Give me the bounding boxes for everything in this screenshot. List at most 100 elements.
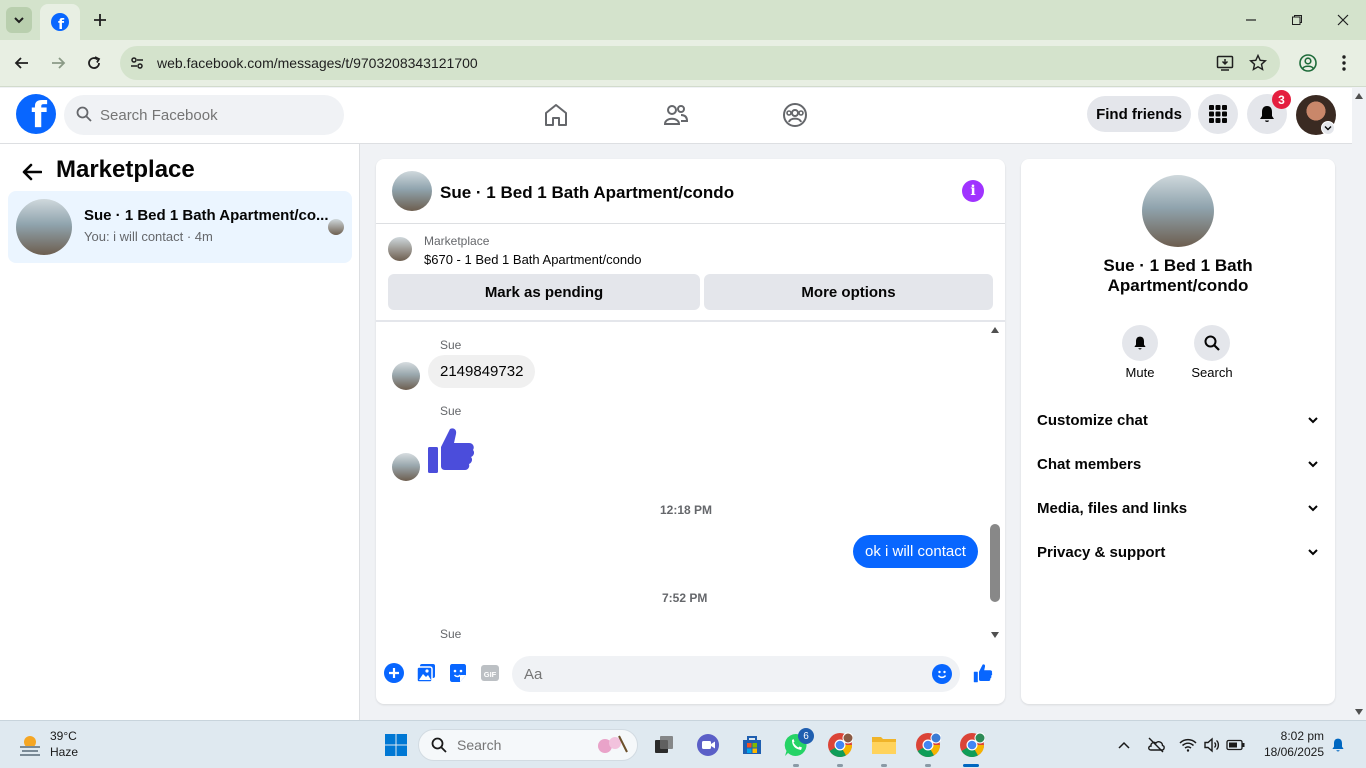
store-app-button[interactable] bbox=[738, 731, 766, 759]
search-input[interactable] bbox=[100, 95, 330, 135]
file-explorer-button[interactable] bbox=[870, 731, 898, 759]
mark-as-pending-button[interactable]: Mark as pending bbox=[388, 274, 700, 310]
mute-button[interactable] bbox=[1122, 325, 1158, 361]
menu-button[interactable] bbox=[1198, 94, 1238, 134]
reload-button[interactable] bbox=[83, 52, 105, 74]
start-button[interactable] bbox=[382, 731, 410, 759]
info-icon[interactable]: i bbox=[962, 180, 984, 202]
message-timestamp: 7:52 PM bbox=[662, 591, 708, 605]
restore-icon bbox=[1292, 15, 1302, 25]
conversation-name: Sue · 1 Bed 1 Bath Apartment/co... bbox=[84, 207, 329, 224]
url-text[interactable]: web.facebook.com/messages/t/970320834312… bbox=[157, 55, 478, 71]
sender-avatar[interactable] bbox=[392, 453, 420, 481]
taskbar-search-input[interactable] bbox=[457, 730, 587, 760]
search-in-conversation-button[interactable] bbox=[1194, 325, 1230, 361]
panel-title: Marketplace bbox=[56, 156, 195, 183]
forward-button[interactable] bbox=[47, 52, 69, 74]
bookmark-star-icon[interactable] bbox=[1249, 54, 1267, 72]
section-media-files-links[interactable]: Media, files and links bbox=[1037, 494, 1319, 522]
chrome-profile-2-button[interactable] bbox=[914, 731, 942, 759]
section-customize-chat[interactable]: Customize chat bbox=[1037, 406, 1319, 434]
chevron-down-icon bbox=[1308, 461, 1318, 468]
active-app-indicator bbox=[963, 764, 979, 767]
gif-icon: GIF bbox=[481, 665, 499, 681]
chat-title[interactable]: Sue · 1 Bed 1 Bath Apartment/condo bbox=[440, 183, 734, 203]
browser-menu-button[interactable] bbox=[1333, 52, 1355, 74]
network-button[interactable] bbox=[1178, 735, 1198, 755]
outgoing-message[interactable]: ok i will contact bbox=[853, 535, 978, 568]
section-privacy-support[interactable]: Privacy & support bbox=[1037, 538, 1319, 566]
chrome-profile-1-button[interactable] bbox=[826, 731, 854, 759]
facebook-header: f Find friends 3 bbox=[0, 88, 1352, 144]
listing-thumbnail[interactable] bbox=[388, 237, 412, 261]
attach-photo-button[interactable] bbox=[415, 662, 437, 684]
task-view-button[interactable] bbox=[650, 731, 678, 759]
wifi-icon bbox=[1179, 738, 1197, 752]
clock-time[interactable]: 8:02 pm bbox=[1270, 729, 1324, 743]
site-settings-icon[interactable] bbox=[128, 54, 146, 72]
nav-home[interactable] bbox=[541, 100, 571, 130]
onedrive-status-button[interactable] bbox=[1146, 735, 1166, 755]
chrome-profile-3-button[interactable] bbox=[958, 731, 986, 759]
meet-app-button[interactable] bbox=[694, 731, 722, 759]
close-window-button[interactable] bbox=[1333, 10, 1353, 30]
page-scroll-down-arrow[interactable] bbox=[1353, 706, 1365, 718]
close-icon bbox=[1337, 14, 1349, 26]
new-tab-button[interactable] bbox=[90, 10, 110, 30]
tab-search-button[interactable] bbox=[6, 7, 32, 33]
running-indicator bbox=[793, 764, 799, 767]
mute-label: Mute bbox=[1125, 365, 1155, 380]
find-friends-button[interactable]: Find friends bbox=[1087, 96, 1191, 132]
conversation-avatar[interactable] bbox=[1142, 175, 1214, 247]
incoming-message[interactable]: 2149849732 bbox=[428, 355, 536, 388]
running-indicator bbox=[837, 764, 843, 767]
show-hidden-icons-button[interactable] bbox=[1114, 735, 1134, 755]
install-app-icon[interactable] bbox=[1216, 54, 1234, 72]
friends-icon bbox=[663, 105, 689, 125]
minimize-icon bbox=[1246, 19, 1256, 21]
listing-title[interactable]: $670 - 1 Bed 1 Bath Apartment/condo bbox=[424, 252, 642, 267]
more-options-button[interactable]: More options bbox=[704, 274, 993, 310]
nav-groups[interactable] bbox=[780, 100, 810, 130]
sender-avatar[interactable] bbox=[392, 362, 420, 390]
weather-temperature[interactable]: 39°C bbox=[50, 729, 77, 743]
thumbs-up-sticker-icon[interactable] bbox=[426, 425, 476, 475]
send-like-button[interactable] bbox=[972, 662, 994, 684]
windows-logo-icon bbox=[385, 734, 407, 756]
message-input[interactable] bbox=[524, 656, 924, 692]
taskbar-search[interactable] bbox=[418, 729, 638, 761]
sticker-button[interactable] bbox=[447, 662, 469, 684]
facebook-logo[interactable]: f bbox=[16, 94, 56, 134]
page-scroll-up-arrow[interactable] bbox=[1353, 90, 1365, 102]
svg-text:GIF: GIF bbox=[484, 670, 497, 679]
account-chevron[interactable] bbox=[1321, 121, 1335, 135]
back-button[interactable] bbox=[11, 52, 33, 74]
gif-button[interactable]: GIF bbox=[479, 662, 501, 684]
back-to-chats-button[interactable] bbox=[20, 160, 44, 184]
conversation-item[interactable]: Sue · 1 Bed 1 Bath Apartment/co... You: … bbox=[8, 191, 352, 263]
volume-button[interactable] bbox=[1202, 735, 1222, 755]
address-bar[interactable]: web.facebook.com/messages/t/970320834312… bbox=[120, 46, 1280, 80]
emoji-button[interactable] bbox=[932, 664, 952, 684]
weather-description[interactable]: Haze bbox=[50, 745, 78, 759]
chat-avatar[interactable] bbox=[392, 171, 432, 211]
battery-button[interactable] bbox=[1226, 735, 1246, 755]
minimize-button[interactable] bbox=[1241, 10, 1261, 30]
haze-weather-icon[interactable] bbox=[16, 731, 44, 759]
conversation-list-panel: Marketplace Sue · 1 Bed 1 Bath Apartment… bbox=[0, 144, 360, 720]
scroll-up-arrow[interactable] bbox=[989, 324, 1001, 336]
scroll-down-arrow[interactable] bbox=[989, 629, 1001, 641]
section-chat-members[interactable]: Chat members bbox=[1037, 450, 1319, 478]
message-scrollbar-thumb[interactable] bbox=[990, 524, 1000, 602]
clock-date[interactable]: 18/06/2025 bbox=[1256, 745, 1324, 759]
facebook-search[interactable] bbox=[64, 95, 344, 135]
browser-profile-button[interactable] bbox=[1297, 52, 1319, 74]
nav-friends[interactable] bbox=[661, 100, 691, 130]
restore-button[interactable] bbox=[1287, 10, 1307, 30]
add-action-button[interactable] bbox=[383, 662, 405, 684]
browser-tab-facebook[interactable]: f bbox=[40, 4, 80, 40]
message-composer[interactable] bbox=[512, 656, 960, 692]
grid-menu-icon bbox=[1209, 105, 1227, 123]
notification-center-button[interactable] bbox=[1328, 735, 1348, 755]
section-label: Media, files and links bbox=[1037, 499, 1188, 517]
